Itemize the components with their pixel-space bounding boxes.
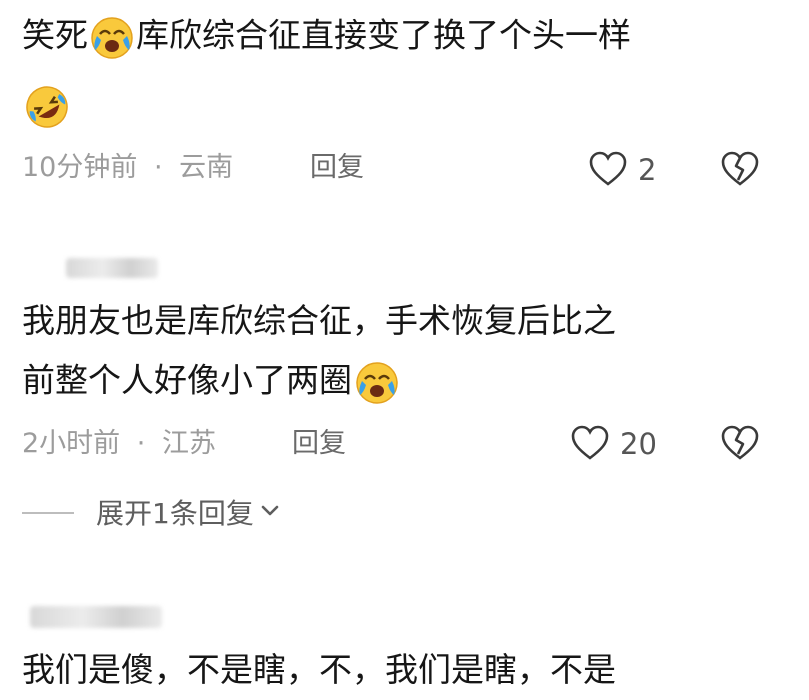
comment-1-text-after: 库欣综合征直接变了换了个头一样 bbox=[136, 15, 631, 55]
comment-2-text-line1: 我朋友也是库欣综合征，手术恢复后比之 bbox=[22, 301, 616, 340]
comment-2-username-blurred bbox=[66, 258, 158, 278]
comment-2-like-button[interactable] bbox=[570, 424, 610, 462]
heart-icon bbox=[589, 151, 627, 186]
comment-2-location: 江苏 bbox=[161, 428, 216, 459]
comment-1-like-count: 2 bbox=[638, 153, 657, 187]
comment-2-reply-button[interactable]: 回复 bbox=[292, 426, 346, 462]
comment-2-time: 2小时前 bbox=[22, 428, 121, 459]
heart-icon bbox=[571, 425, 609, 460]
rolling-laughing-emoji-icon bbox=[24, 84, 70, 130]
comment-2-text-line2-text: 前整个人好像小了两圈 bbox=[22, 360, 352, 400]
crying-laughing-emoji-icon bbox=[89, 14, 135, 60]
comment-2-meta: 2小时前 · 江苏 bbox=[22, 426, 216, 462]
comment-1-like-button[interactable] bbox=[588, 150, 628, 188]
expand-replies-button[interactable]: 展开1条回复 bbox=[96, 492, 280, 532]
comment-1-dislike-button[interactable] bbox=[720, 150, 760, 188]
expand-replies-label: 展开1条回复 bbox=[96, 497, 254, 530]
comment-2-text-line2: 前整个人好像小了两圈 bbox=[22, 359, 400, 405]
comment-3-text-line1: 我们是傻，不是瞎，不，我们是瞎，不是 bbox=[22, 650, 616, 689]
separator: · bbox=[136, 428, 146, 459]
comment-3-username-blurred bbox=[30, 606, 162, 628]
comment-1-meta: 10分钟前 · 云南 bbox=[22, 150, 233, 186]
chevron-down-icon bbox=[260, 503, 280, 522]
comment-1-time: 10分钟前 bbox=[22, 152, 138, 183]
comment-2-dislike-button[interactable] bbox=[720, 424, 760, 462]
crying-laughing-emoji-icon bbox=[354, 359, 400, 405]
comment-1-text-before: 笑死 bbox=[22, 15, 88, 55]
expand-divider bbox=[22, 512, 74, 514]
broken-heart-icon bbox=[721, 425, 759, 460]
comment-1-location: 云南 bbox=[179, 152, 234, 183]
separator: · bbox=[153, 152, 163, 183]
comment-1-text: 笑死 库欣综合征直接变了换了个头一样 bbox=[22, 14, 631, 60]
broken-heart-icon bbox=[721, 151, 759, 186]
comment-1-reply-button[interactable]: 回复 bbox=[310, 150, 364, 186]
comment-2-like-count: 20 bbox=[620, 427, 657, 461]
